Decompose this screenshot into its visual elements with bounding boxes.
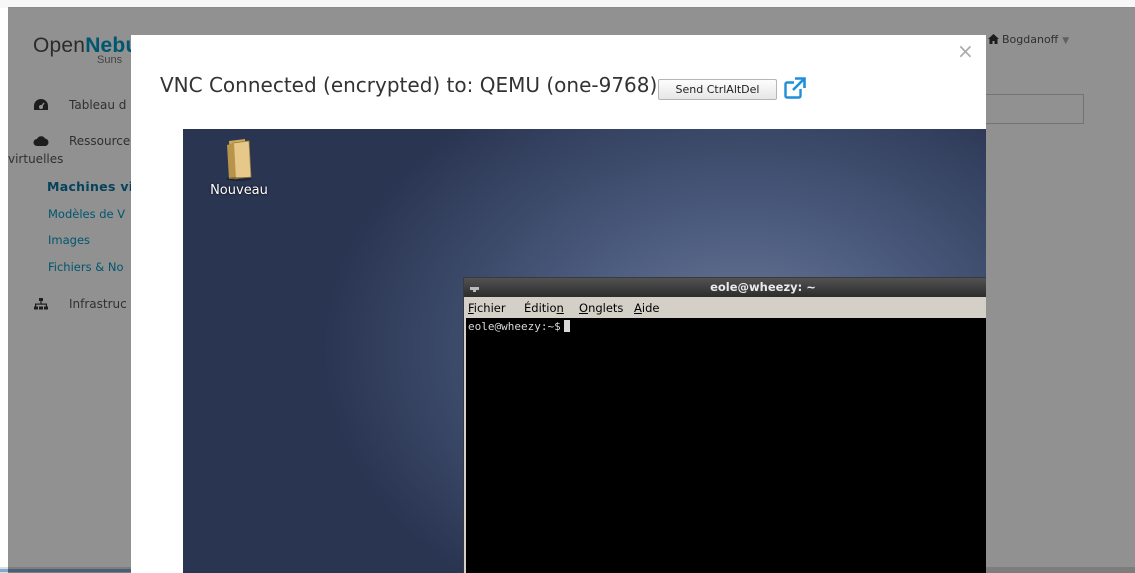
vnc-status-title: VNC Connected (encrypted) to: QEMU (one-… xyxy=(160,73,658,97)
send-ctrlaltdel-button[interactable]: Send CtrlAltDel xyxy=(658,79,777,100)
close-icon[interactable]: × xyxy=(957,39,974,63)
external-link-icon[interactable] xyxy=(783,76,807,100)
terminal-titlebar[interactable]: eole@wheezy: ~ – ▫ × xyxy=(464,278,986,297)
folder-icon xyxy=(226,139,252,181)
menu-edition[interactable]: Édition xyxy=(524,301,564,315)
menu-fichier[interactable]: Fichier xyxy=(468,301,506,315)
desktop-icon-nouveau[interactable]: Nouveau xyxy=(204,137,274,207)
vnc-screen[interactable]: Nouveau eole@wheezy: ~ – ▫ × Fichier Édi… xyxy=(183,129,986,573)
vnc-modal: × VNC Connected (encrypted) to: QEMU (on… xyxy=(131,35,986,573)
text-cursor xyxy=(563,320,570,332)
terminal-title: eole@wheezy: ~ xyxy=(710,280,816,294)
terminal-window[interactable]: eole@wheezy: ~ – ▫ × Fichier Édition Ong… xyxy=(463,277,986,573)
shell-prompt: eole@wheezy:~$ xyxy=(468,320,570,333)
prompt-text: eole@wheezy:~$ xyxy=(468,320,561,333)
terminal-output[interactable]: eole@wheezy:~$ xyxy=(466,318,986,573)
screen: OpenNebu Suns Tableau d Ressource virtue… xyxy=(0,0,1135,573)
terminal-menubar: Fichier Édition Onglets Aide xyxy=(464,297,986,317)
desktop-icon-label: Nouveau xyxy=(210,183,268,198)
menu-aide[interactable]: Aide xyxy=(634,301,659,315)
menu-onglets[interactable]: Onglets xyxy=(579,301,623,315)
